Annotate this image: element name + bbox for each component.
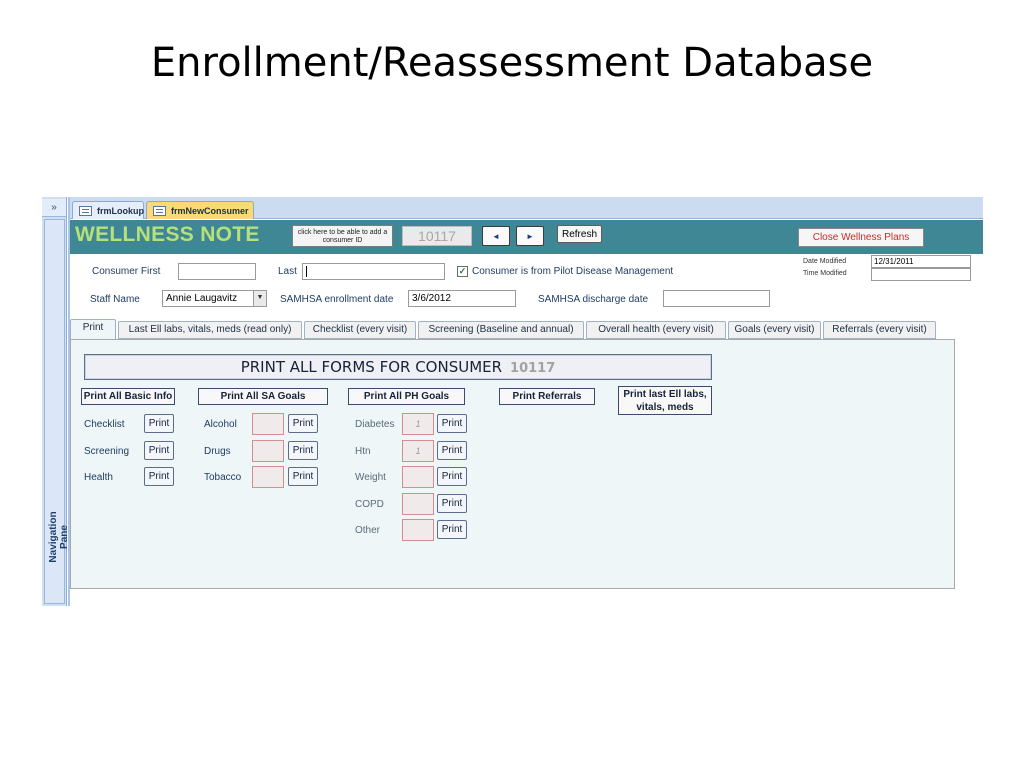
- refresh-button[interactable]: Refresh: [557, 225, 602, 243]
- print-last-labs-line1: Print last Ell labs,: [623, 389, 707, 400]
- print-checklist-button[interactable]: Print: [144, 414, 174, 433]
- previous-record-button[interactable]: ◄: [482, 226, 510, 246]
- consumer-first-label: Consumer First: [92, 266, 161, 277]
- checklist-label: Checklist: [84, 419, 125, 430]
- other-label: Other: [355, 525, 381, 536]
- diabetes-value-box[interactable]: 1: [402, 413, 434, 435]
- drugs-label: Drugs: [204, 446, 231, 457]
- form-tabs: Print Last Ell labs, vitals, meds (read …: [70, 319, 983, 340]
- screening-label: Screening: [84, 446, 130, 457]
- tab-overall-health[interactable]: Overall health (every visit): [586, 321, 726, 339]
- form-icon: [79, 206, 92, 216]
- time-modified-label: Time Modified: [803, 270, 847, 277]
- tab-screening[interactable]: Screening (Baseline and annual): [418, 321, 584, 339]
- consumer-form: WELLNESS NOTE click here to be able to a…: [70, 220, 983, 606]
- print-referrals-button[interactable]: Print Referrals: [499, 388, 595, 405]
- text-cursor: [306, 265, 307, 277]
- print-copd-button[interactable]: Print: [437, 494, 467, 513]
- staff-name-select[interactable]: Annie Laugavitz ▼: [162, 290, 267, 307]
- print-screening-button[interactable]: Print: [144, 441, 174, 460]
- drugs-value-box[interactable]: [252, 440, 284, 462]
- print-drugs-button[interactable]: Print: [288, 441, 318, 460]
- print-tab-panel: PRINT ALL FORMS FOR CONSUMER 10117 Print …: [70, 339, 955, 589]
- pilot-checkbox-label: Consumer is from Pilot Disease Managemen…: [472, 266, 674, 277]
- tobacco-label: Tobacco: [204, 472, 242, 483]
- add-consumer-id-button[interactable]: click here to be able to add a consumer …: [292, 225, 393, 247]
- staff-name-value: Annie Laugavitz: [166, 293, 238, 304]
- tab-last-labs[interactable]: Last Ell labs, vitals, meds (read only): [118, 321, 302, 339]
- print-all-sa-goals-button[interactable]: Print All SA Goals: [198, 388, 328, 405]
- consumer-first-field[interactable]: [178, 263, 256, 280]
- print-health-button[interactable]: Print: [144, 467, 174, 486]
- alcohol-value-box[interactable]: [252, 413, 284, 435]
- samhsa-discharge-label: SAMHSA discharge date: [538, 294, 649, 305]
- staff-name-label: Staff Name: [90, 294, 140, 305]
- print-last-labs-button[interactable]: Print last Ell labs, vitals, meds: [618, 386, 712, 415]
- slide-title: Enrollment/Reassessment Database: [150, 40, 874, 86]
- form-header: WELLNESS NOTE click here to be able to a…: [70, 220, 983, 254]
- consumer-last-label: Last: [278, 266, 297, 277]
- consumer-last-field[interactable]: [302, 263, 445, 280]
- doc-tab-label: frmNewConsumer: [171, 206, 249, 216]
- print-diabetes-button[interactable]: Print: [437, 414, 467, 433]
- weight-label: Weight: [355, 472, 386, 483]
- document-tabs: frmLookup frmNewConsumer: [70, 197, 983, 219]
- health-label: Health: [84, 472, 113, 483]
- tab-referrals[interactable]: Referrals (every visit): [823, 321, 936, 339]
- tab-checklist[interactable]: Checklist (every visit): [304, 321, 416, 339]
- next-record-button[interactable]: ►: [516, 226, 544, 246]
- diabetes-label: Diabetes: [355, 419, 395, 430]
- access-window: » Navigation Pane frmLookup frmNewConsum…: [42, 197, 983, 606]
- print-weight-button[interactable]: Print: [437, 467, 467, 486]
- print-all-label: PRINT ALL FORMS FOR CONSUMER: [240, 358, 503, 376]
- print-tobacco-button[interactable]: Print: [288, 467, 318, 486]
- copd-label: COPD: [355, 499, 384, 510]
- form-icon: [153, 206, 166, 216]
- tab-goals[interactable]: Goals (every visit): [728, 321, 821, 339]
- time-modified-field[interactable]: [871, 268, 971, 281]
- doc-tab-frmnewconsumer[interactable]: frmNewConsumer: [146, 201, 254, 219]
- print-last-labs-line2: vitals, meds: [636, 402, 694, 413]
- consumer-id-display: 10117: [402, 226, 472, 246]
- date-modified-field[interactable]: 12/31/2011: [871, 255, 971, 268]
- doc-tab-label: frmLookup: [97, 206, 144, 216]
- print-htn-button[interactable]: Print: [437, 441, 467, 460]
- htn-label: Htn: [355, 446, 371, 457]
- navigation-pane: » Navigation Pane: [42, 197, 70, 606]
- samhsa-enrollment-field[interactable]: 3/6/2012: [408, 290, 516, 307]
- other-value-box[interactable]: [402, 519, 434, 541]
- navigation-pane-label: Navigation Pane: [48, 511, 70, 563]
- arrow-right-icon: ►: [526, 232, 534, 241]
- close-wellness-plans-button[interactable]: Close Wellness Plans: [798, 228, 924, 247]
- copd-value-box[interactable]: [402, 493, 434, 515]
- tobacco-value-box[interactable]: [252, 466, 284, 488]
- print-alcohol-button[interactable]: Print: [288, 414, 318, 433]
- samhsa-enrollment-label: SAMHSA enrollment date: [280, 294, 394, 305]
- nav-pane-expand-icon[interactable]: »: [42, 199, 66, 217]
- print-all-ph-goals-button[interactable]: Print All PH Goals: [348, 388, 465, 405]
- print-all-consumer-id: 10117: [510, 361, 556, 376]
- arrow-left-icon: ◄: [492, 232, 500, 241]
- weight-value-box[interactable]: [402, 466, 434, 488]
- print-all-forms-button[interactable]: PRINT ALL FORMS FOR CONSUMER 10117: [84, 354, 712, 380]
- pilot-checkbox[interactable]: ✓: [457, 266, 468, 277]
- tab-print[interactable]: Print: [70, 319, 116, 340]
- date-modified-label: Date Modified: [803, 258, 847, 265]
- samhsa-discharge-field[interactable]: [663, 290, 770, 307]
- alcohol-label: Alcohol: [204, 419, 237, 430]
- print-all-basic-info-button[interactable]: Print All Basic Info: [81, 388, 175, 405]
- doc-tab-frmlookup[interactable]: frmLookup: [72, 201, 144, 219]
- htn-value-box[interactable]: 1: [402, 440, 434, 462]
- form-title: WELLNESS NOTE: [75, 223, 260, 246]
- navigation-pane-bar[interactable]: Navigation Pane: [44, 219, 70, 604]
- chevron-down-icon[interactable]: ▼: [253, 291, 266, 306]
- print-other-button[interactable]: Print: [437, 520, 467, 539]
